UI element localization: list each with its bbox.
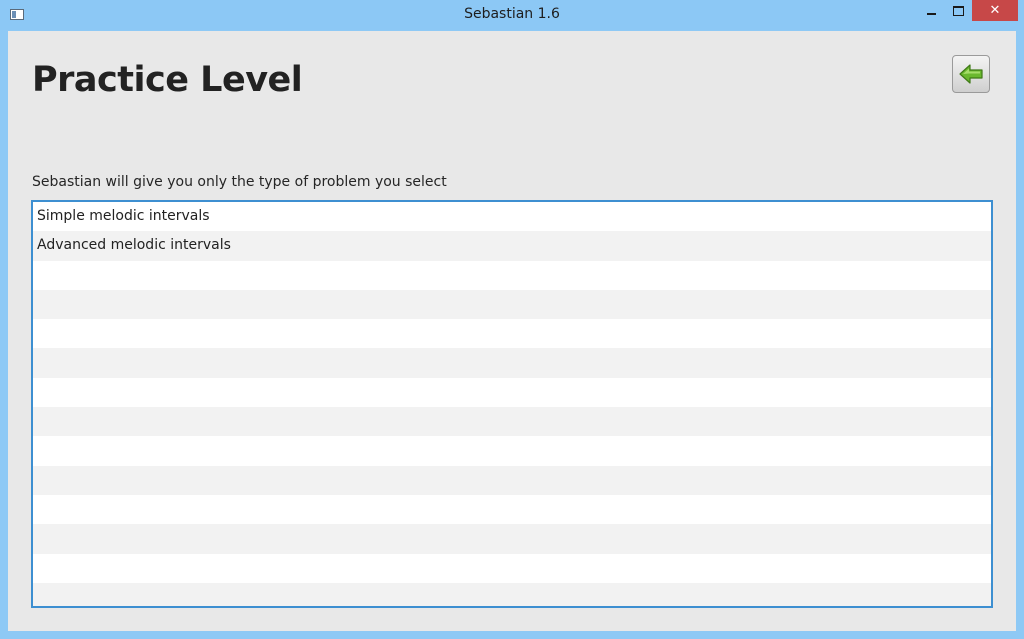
list-item-empty — [33, 553, 991, 583]
list-item-empty — [33, 407, 991, 437]
title-bar[interactable]: Sebastian 1.6 ✕ — [0, 0, 1024, 30]
main-content: Practice Level Sebastian will give you o… — [8, 31, 1016, 631]
list-item-empty — [33, 289, 991, 320]
list-item-empty — [33, 494, 991, 525]
maximize-icon — [953, 5, 964, 16]
list-item-empty — [33, 465, 991, 495]
list-item[interactable]: Simple melodic intervals — [33, 202, 991, 232]
back-arrow-icon — [959, 64, 983, 84]
list-item-empty — [33, 260, 991, 290]
window-title: Sebastian 1.6 — [464, 6, 560, 22]
close-icon: ✕ — [989, 3, 1001, 18]
maximize-button[interactable] — [945, 0, 972, 21]
list-item-empty — [33, 377, 991, 408]
list-item-empty — [33, 348, 991, 378]
list-item-empty — [33, 319, 991, 349]
minimize-button[interactable] — [918, 0, 945, 21]
list-item-empty — [33, 524, 991, 554]
problem-type-list[interactable]: Simple melodic intervals Advanced melodi… — [31, 200, 993, 608]
instruction-text: Sebastian will give you only the type of… — [32, 174, 447, 190]
list-item-empty — [33, 582, 991, 606]
app-window: Sebastian 1.6 ✕ Practice Level Sebastian… — [0, 0, 1024, 639]
page-title: Practice Level — [32, 60, 303, 100]
list-item-empty — [33, 436, 991, 466]
list-item[interactable]: Advanced melodic intervals — [33, 231, 991, 261]
back-button[interactable] — [952, 55, 990, 93]
close-button[interactable]: ✕ — [972, 0, 1018, 21]
minimize-icon — [927, 12, 936, 15]
